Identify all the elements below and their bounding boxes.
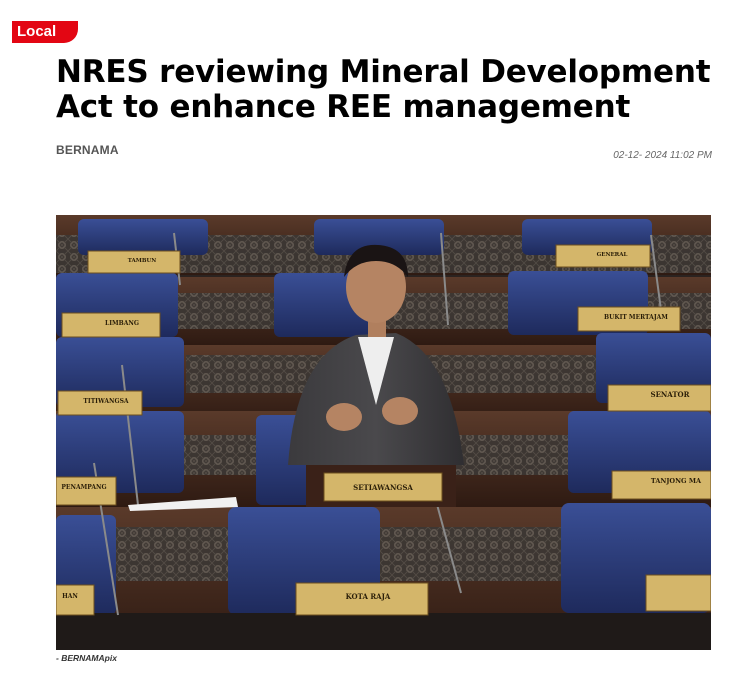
nameplate-right-top: BUKIT MERTAJAM [577, 306, 681, 332]
nameplate-top-left-label: TAMBUN [128, 258, 157, 264]
nameplate-top-right: GENERAL [555, 244, 651, 268]
nameplate-right-mid: SENATOR [607, 384, 711, 412]
nameplate-left-bottom: PENAMPANG [56, 476, 117, 506]
nameplate-left-lower: TITIWANGSA [57, 390, 143, 416]
nameplate-right-lower-label: TANJONG MA [651, 477, 702, 485]
article-author[interactable]: BERNAMA [56, 143, 119, 157]
article-timestamp: 02-12- 2024 11:02 PM [613, 150, 712, 161]
nameplate-left-mid: LIMBANG [61, 312, 161, 338]
nameplate-top-right-label: GENERAL [597, 252, 628, 258]
nameplate-top-left: TAMBUN [87, 250, 181, 274]
nameplate-bottom-left-label: HAN [62, 593, 78, 600]
nameplate-right-top-label: BUKIT MERTAJAM [604, 314, 668, 321]
article-headline: NRES reviewing Mineral Development Act t… [56, 54, 711, 125]
parliament-scene: SETIAWANGSA KOTA RAJA LIMBANG TITIWANGSA… [56, 215, 711, 650]
nameplate-center-label: SETIAWANGSA [353, 483, 413, 492]
nameplate-bottom-center-label: KOTA RAJA [346, 592, 391, 601]
category-label: Local [17, 23, 57, 40]
nameplate-bottom-center: KOTA RAJA [295, 582, 429, 616]
nameplate-center: SETIAWANGSA [353, 483, 413, 492]
nameplate-left-bottom-label: PENAMPANG [61, 484, 106, 491]
nameplate-bottom-right [645, 574, 711, 612]
nameplate-left-mid-label: LIMBANG [105, 320, 139, 327]
nameplate-right-mid-label: SENATOR [651, 390, 690, 399]
nameplate-right-lower: TANJONG MA [611, 470, 711, 500]
photo-caption: - BERNAMApix [56, 653, 117, 663]
nameplate-left-lower-label: TITIWANGSA [83, 398, 128, 405]
article-photo: SETIAWANGSA KOTA RAJA LIMBANG TITIWANGSA… [56, 215, 711, 650]
category-tag[interactable]: Local [12, 21, 78, 43]
nameplate-bottom-left: HAN [56, 584, 95, 616]
